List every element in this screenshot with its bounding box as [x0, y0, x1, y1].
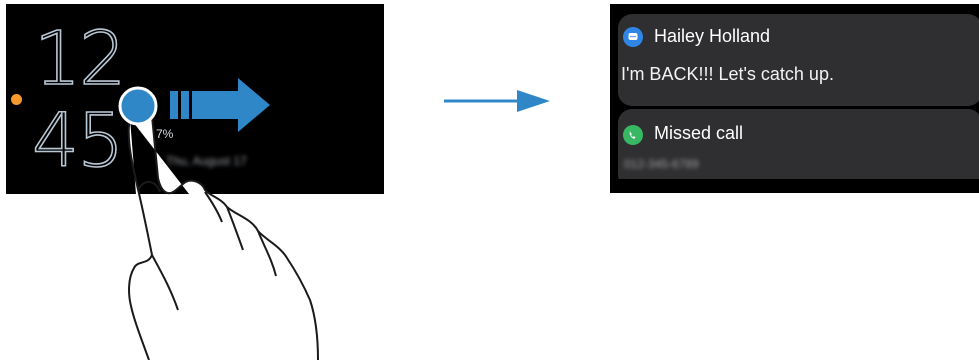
clock-hour: 12 [33, 16, 127, 102]
notification-body-phone-number-blurred: 012-345-6789 [624, 157, 699, 171]
notification-body-message: I'm BACK!!! Let's catch up. [621, 64, 834, 84]
phone-icon [623, 125, 643, 145]
watch-face-screen[interactable]: 12 45 7% Thu, August 17 [6, 4, 384, 194]
screen-bottom-edge [610, 179, 979, 193]
notification-title-missed-call: Missed call [654, 123, 744, 143]
date-text-blurred: Thu, August 17 [166, 154, 247, 168]
battery-percentage: 7% [156, 127, 174, 141]
notifications-screen[interactable]: Hailey Holland I'm BACK!!! Let's catch u… [610, 4, 979, 193]
message-icon [623, 27, 643, 47]
notification-card-missed-call[interactable] [618, 109, 979, 189]
transition-arrow-icon [444, 90, 550, 112]
clock-minute: 45 [31, 98, 125, 184]
notification-title-sender: Hailey Holland [654, 26, 771, 46]
notification-indicator-dot [11, 94, 22, 105]
